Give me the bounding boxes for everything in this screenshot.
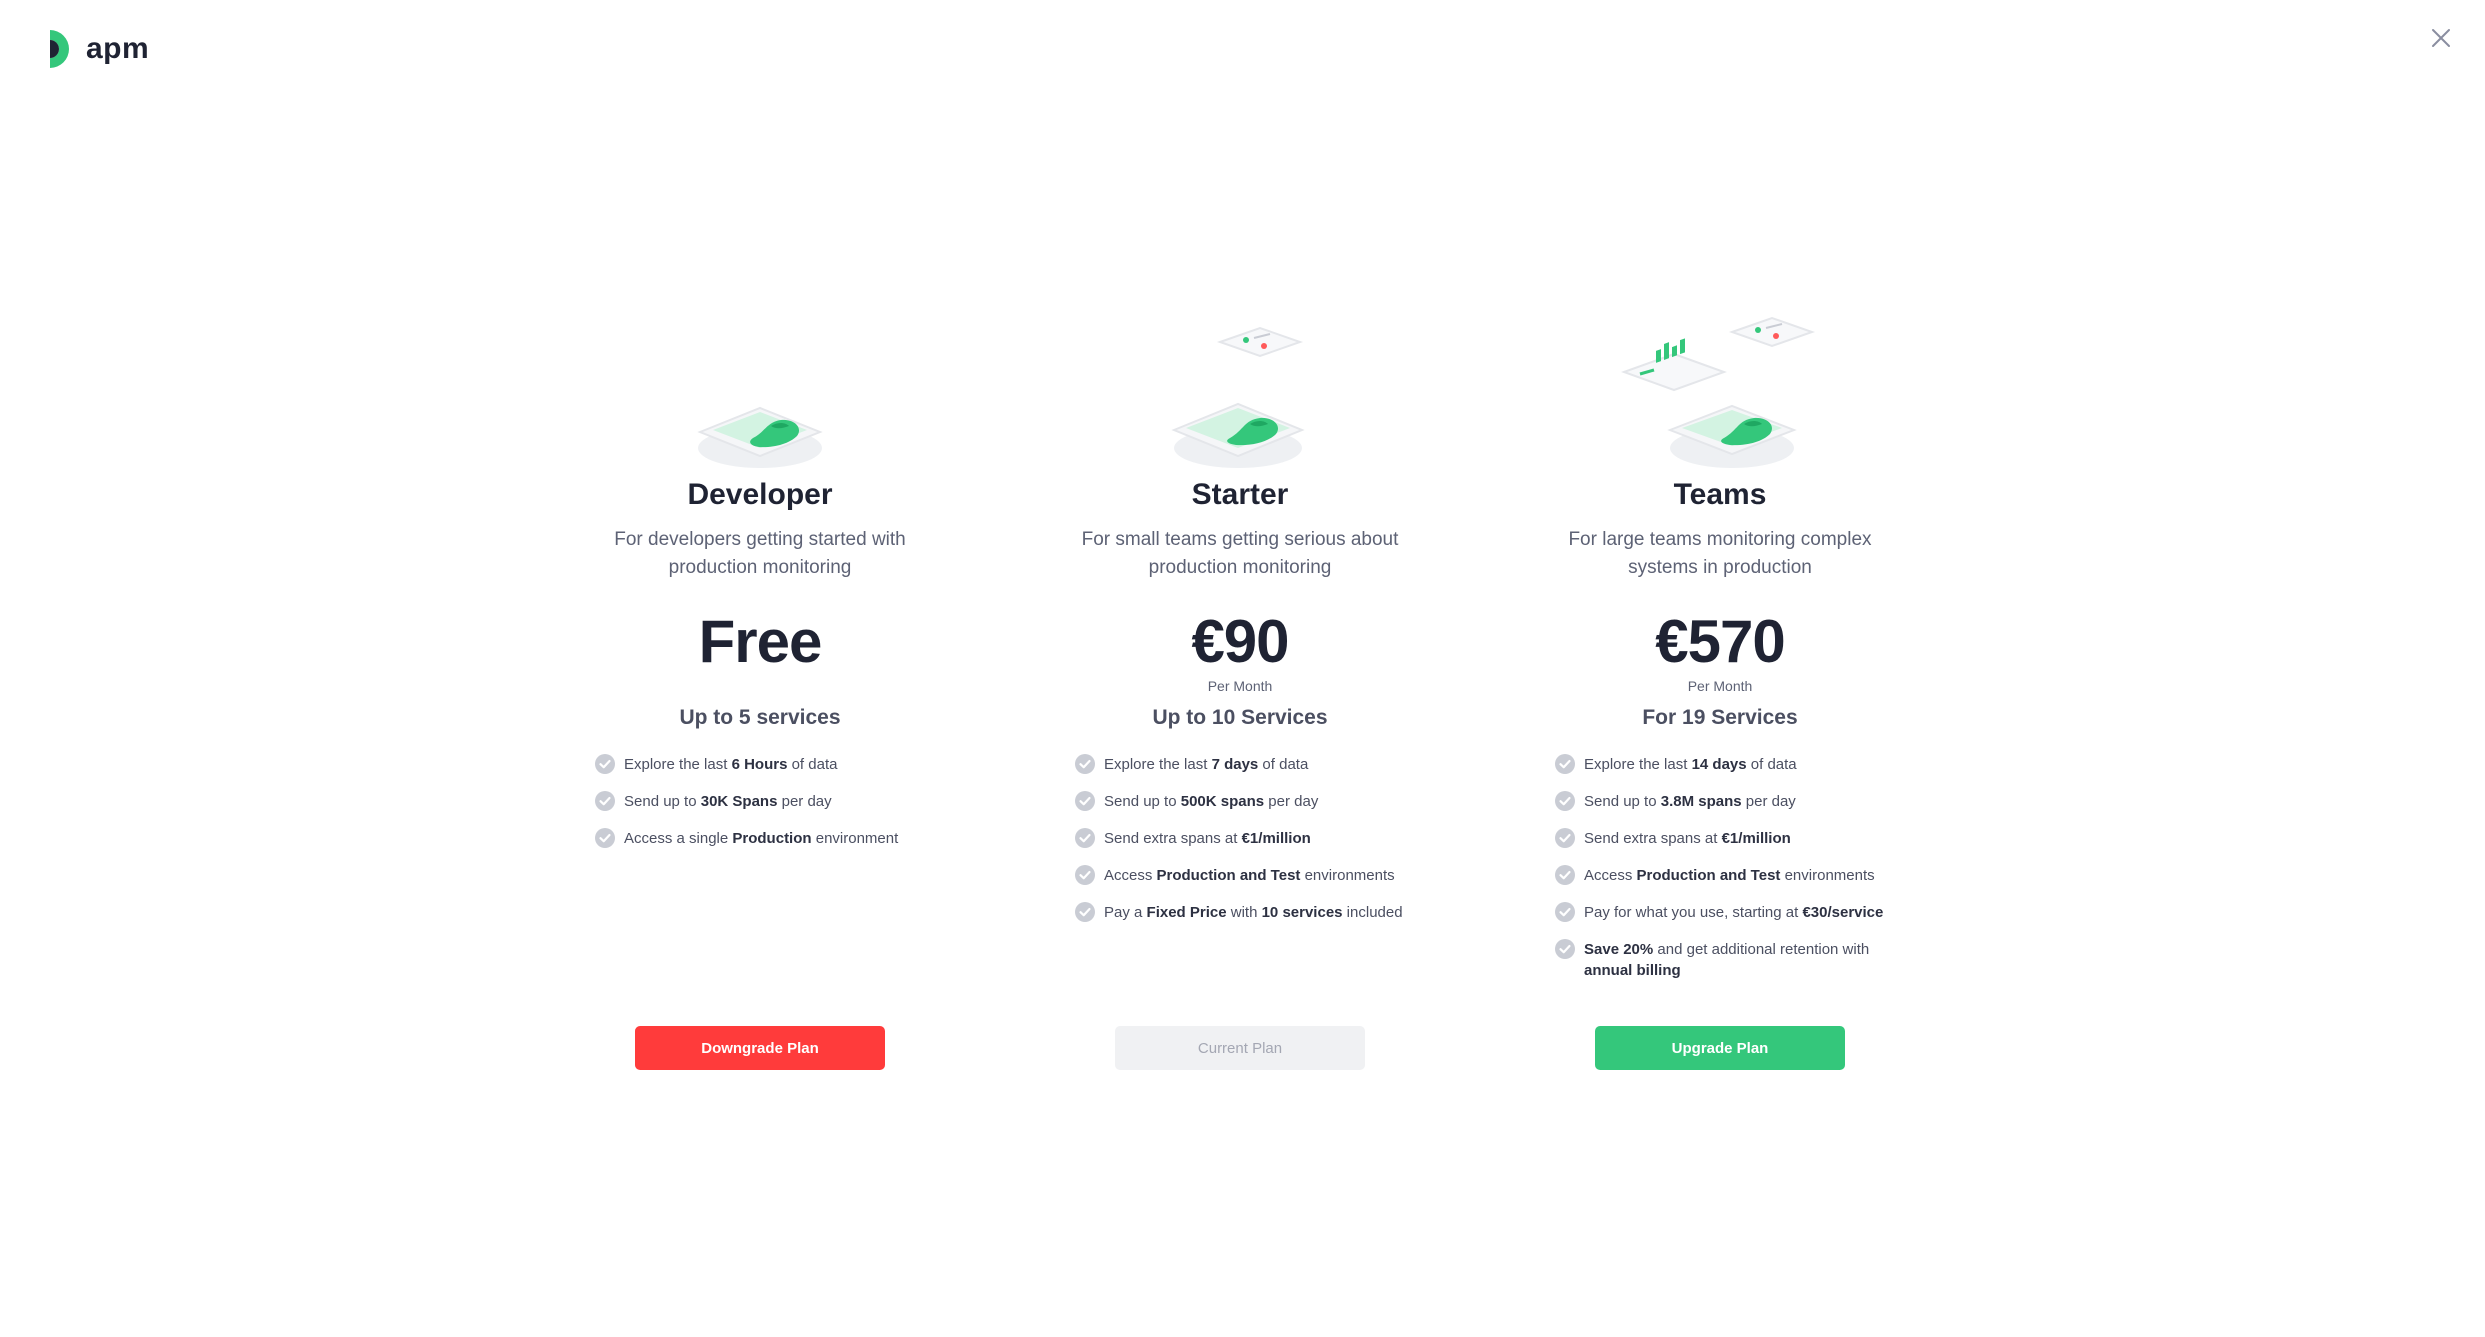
check-circle-icon <box>1075 865 1095 885</box>
plan-name: Starter <box>1191 478 1289 511</box>
check-circle-icon <box>1555 902 1575 922</box>
plan-services: For 19 Services <box>1642 706 1798 729</box>
plan-card-starter: Starter For small teams getting serious … <box>1040 300 1440 1080</box>
plan-name: Developer <box>687 478 833 511</box>
feature-item: Access Production and Test environments <box>1555 865 1885 886</box>
feature-item: Access Production and Test environments <box>1075 865 1405 886</box>
feature-item: Send up to 3.8M spans per day <box>1555 791 1885 812</box>
feature-text: Pay a Fixed Price with 10 services inclu… <box>1104 904 1403 921</box>
price-period: Per Month <box>1207 678 1273 694</box>
feature-text: Send up to 3.8M spans per day <box>1584 793 1796 810</box>
feature-list: Explore the last 14 days of data Send up… <box>1555 754 1885 997</box>
check-circle-icon <box>1555 828 1575 848</box>
check-circle-icon <box>1555 865 1575 885</box>
check-circle-icon <box>595 828 615 848</box>
plan-description: For developers getting started with prod… <box>614 529 906 578</box>
feature-text: Save 20% and get additional retention wi… <box>1584 941 1870 979</box>
app-logo[interactable]: apm <box>48 28 149 70</box>
close-icon <box>2432 29 2450 47</box>
plan-services: Up to 10 Services <box>1152 706 1328 729</box>
feature-item: Send up to 500K spans per day <box>1075 791 1405 812</box>
plan-illustration-starter <box>1040 300 1440 470</box>
two-layer-illustration <box>1171 326 1305 468</box>
plan-price: Free <box>698 608 823 675</box>
check-circle-icon <box>1075 791 1095 811</box>
feature-text: Send up to 30K Spans per day <box>624 793 832 810</box>
feature-item: Send extra spans at €1/million <box>1555 828 1885 849</box>
feature-text: Explore the last 14 days of data <box>1584 756 1797 773</box>
feature-text: Send extra spans at €1/million <box>1104 830 1311 847</box>
plan-card-developer: Developer For developers getting started… <box>560 300 960 1080</box>
feature-text: Explore the last 6 Hours of data <box>624 756 838 773</box>
plan-price: €90 <box>1191 608 1289 675</box>
plan-name: Teams <box>1673 478 1767 511</box>
close-button[interactable] <box>2423 20 2459 56</box>
upgrade-plan-button[interactable]: Upgrade Plan <box>1595 1026 1845 1070</box>
plan-description: For large teams monitoring complex syste… <box>1568 529 1872 578</box>
feature-item: Explore the last 14 days of data <box>1555 754 1885 775</box>
price-period: Per Month <box>1687 678 1753 694</box>
feature-item: Pay a Fixed Price with 10 services inclu… <box>1075 902 1405 923</box>
check-circle-icon <box>1075 754 1095 774</box>
multi-layer-illustration <box>1621 316 1816 468</box>
feature-item: Send up to 30K Spans per day <box>595 791 925 812</box>
feature-text: Access Production and Test environments <box>1104 867 1395 884</box>
check-circle-icon <box>1555 791 1575 811</box>
feature-item: Explore the last 7 days of data <box>1075 754 1405 775</box>
app-name: apm <box>86 32 150 65</box>
plan-card-teams: Teams For large teams monitoring complex… <box>1520 300 1920 1080</box>
downgrade-plan-button[interactable]: Downgrade Plan <box>635 1026 885 1070</box>
check-circle-icon <box>595 754 615 774</box>
top-bar: apm <box>0 0 2485 100</box>
feature-list: Explore the last 6 Hours of data Send up… <box>595 754 925 865</box>
check-circle-icon <box>1075 828 1095 848</box>
feature-text: Send extra spans at €1/million <box>1584 830 1791 847</box>
plans-container: Developer For developers getting started… <box>560 300 1920 1100</box>
feature-item: Explore the last 6 Hours of data <box>595 754 925 775</box>
feature-text: Explore the last 7 days of data <box>1104 756 1309 773</box>
feature-text: Send up to 500K spans per day <box>1104 793 1319 810</box>
plan-services: Up to 5 services <box>679 706 841 729</box>
check-circle-icon <box>1555 754 1575 774</box>
logo-icon <box>50 30 69 68</box>
single-layer-illustration <box>697 406 823 468</box>
plan-price: €570 <box>1655 608 1785 675</box>
feature-text: Pay for what you use, starting at €30/se… <box>1584 904 1884 921</box>
feature-item: Access a single Production environment <box>595 828 925 849</box>
plan-illustration-teams <box>1520 300 1920 470</box>
current-plan-button[interactable]: Current Plan <box>1115 1026 1365 1070</box>
feature-item: Send extra spans at €1/million <box>1075 828 1405 849</box>
check-circle-icon <box>1075 902 1095 922</box>
feature-text: Access Production and Test environments <box>1584 867 1875 884</box>
feature-text: Access a single Production environment <box>624 830 899 847</box>
feature-list: Explore the last 7 days of data Send up … <box>1075 754 1405 939</box>
feature-item: Save 20% and get additional retention wi… <box>1555 939 1885 981</box>
plan-illustration-developer <box>560 300 960 470</box>
check-circle-icon <box>1555 939 1575 959</box>
feature-item: Pay for what you use, starting at €30/se… <box>1555 902 1885 923</box>
check-circle-icon <box>595 791 615 811</box>
plan-description: For small teams getting serious about pr… <box>1081 529 1399 578</box>
